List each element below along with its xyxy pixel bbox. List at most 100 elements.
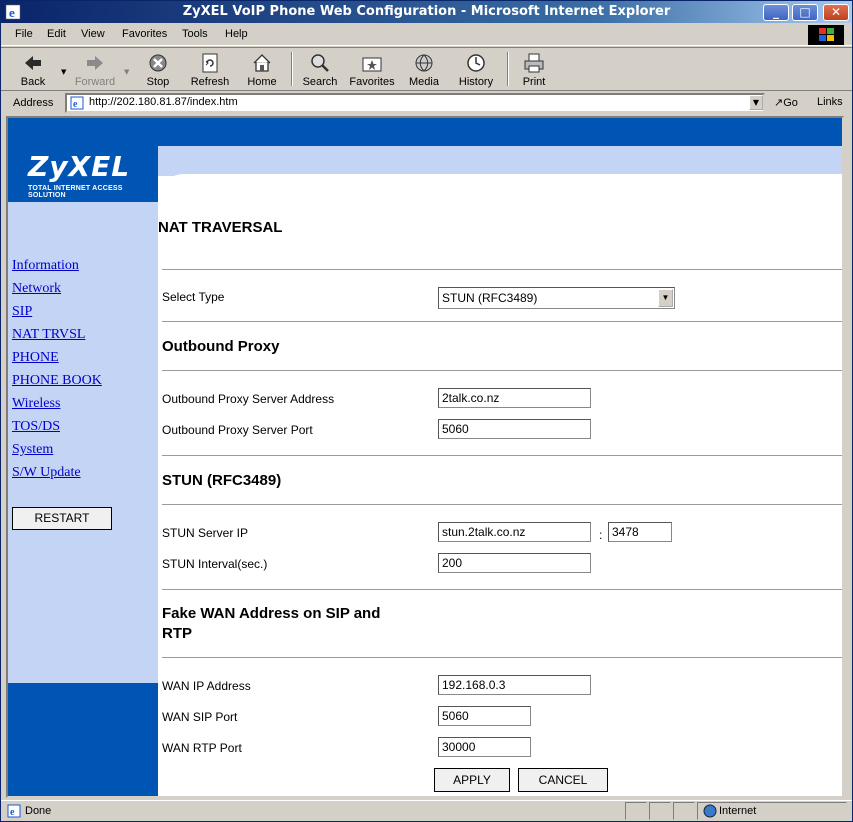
menu-tools[interactable]: Tools (182, 28, 208, 40)
address-dropdown-icon[interactable]: ▼ (749, 95, 763, 110)
outbound-port-input[interactable]: 5060 (438, 419, 591, 439)
apply-button[interactable]: APPLY (434, 768, 510, 792)
stun-server-input[interactable]: stun.2talk.co.nz (438, 522, 591, 542)
close-button[interactable]: ✕ (823, 4, 849, 21)
stun-port-input[interactable]: 3478 (608, 522, 672, 542)
search-button[interactable]: Search (299, 50, 341, 90)
search-icon (311, 54, 329, 72)
go-button[interactable]: ↗Go (774, 96, 798, 109)
internet-globe-icon (703, 804, 717, 818)
status-text: Done (25, 805, 52, 817)
go-arrow-icon: ↗ (774, 97, 784, 109)
media-label: Media (409, 76, 439, 88)
home-icon (253, 54, 271, 72)
history-clock-icon (467, 54, 485, 72)
select-type-value: STUN (RFC3489) (442, 291, 538, 305)
address-input[interactable]: e http://202.180.81.87/index.htm (65, 93, 765, 113)
select-type-dropdown[interactable]: STUN (RFC3489) ▼ (438, 287, 675, 309)
sidebar-bottom-band (8, 683, 158, 796)
divider (162, 370, 842, 371)
svg-text:e: e (73, 99, 78, 110)
nav-link-wireless[interactable]: Wireless (12, 394, 102, 417)
links-button[interactable]: Links (817, 96, 843, 108)
divider (162, 657, 842, 658)
outbound-port-label: Outbound Proxy Server Port (162, 423, 313, 437)
refresh-label: Refresh (190, 76, 230, 88)
page-content: ZyXEL TOTAL INTERNET ACCESS SOLUTION Inf… (6, 116, 844, 798)
nat-traversal-form: NAT TRAVERSAL Select Type STUN (RFC3489)… (158, 118, 842, 796)
restart-button[interactable]: RESTART (12, 507, 112, 530)
wan-ip-input[interactable]: 192.168.0.3 (438, 675, 591, 695)
window-title: ZyXEL VoIP Phone Web Configuration - Mic… (182, 4, 671, 19)
svg-text:e: e (10, 807, 15, 818)
stop-button[interactable]: Stop (141, 50, 175, 90)
sidebar: ZyXEL TOTAL INTERNET ACCESS SOLUTION Inf… (8, 146, 158, 796)
nav-link-sip[interactable]: SIP (12, 302, 102, 325)
wan-ip-label: WAN IP Address (162, 679, 251, 693)
outbound-proxy-title: Outbound Proxy (162, 338, 280, 355)
divider (162, 589, 842, 590)
browser-window: e ZyXEL VoIP Phone Web Configuration - M… (0, 0, 853, 822)
minimize-button[interactable]: _ (763, 4, 789, 21)
history-button[interactable]: History (455, 50, 497, 90)
go-label: Go (783, 97, 798, 109)
refresh-button[interactable]: Refresh (187, 50, 233, 90)
nav-link-system[interactable]: System (12, 440, 102, 463)
address-bar: Address e http://202.180.81.87/index.htm… (1, 92, 852, 114)
search-label: Search (302, 76, 338, 88)
nav-link-tos-ds[interactable]: TOS/DS (12, 417, 102, 440)
nav-link-nat-trvsl[interactable]: NAT TRVSL (12, 325, 102, 348)
home-label: Home (247, 76, 277, 88)
address-url: http://202.180.81.87/index.htm (89, 96, 238, 108)
refresh-icon (202, 53, 218, 73)
back-label: Back (20, 76, 46, 88)
favorites-folder-icon (362, 57, 382, 72)
logo-text: ZyXEL (28, 150, 131, 183)
menu-edit[interactable]: Edit (47, 28, 66, 40)
favorites-label: Favorites (349, 76, 395, 88)
toolbar: Back ▼ Forward ▼ Stop Refresh Home Searc… (1, 47, 852, 91)
nav-link-phone-book[interactable]: PHONE BOOK (12, 371, 102, 394)
port-separator: : (599, 528, 603, 542)
outbound-address-input[interactable]: 2talk.co.nz (438, 388, 591, 408)
forward-button[interactable]: Forward (71, 50, 119, 90)
home-button[interactable]: Home (243, 50, 281, 90)
menu-file[interactable]: File (15, 28, 33, 40)
logo-tagline: TOTAL INTERNET ACCESS SOLUTION (28, 185, 123, 199)
menu-help[interactable]: Help (225, 28, 248, 40)
cancel-button[interactable]: CANCEL (518, 768, 608, 792)
stop-label: Stop (146, 76, 170, 88)
favorites-button[interactable]: Favorites (347, 50, 397, 90)
status-bar: e Done Internet (1, 800, 852, 821)
title-bar[interactable]: e ZyXEL VoIP Phone Web Configuration - M… (1, 1, 852, 23)
forward-dropdown-icon[interactable]: ▼ (124, 68, 129, 76)
nav-link-network[interactable]: Network (12, 279, 102, 302)
stop-icon (149, 54, 167, 72)
print-button[interactable]: Print (517, 50, 551, 90)
maximize-button[interactable]: □ (792, 4, 818, 21)
stun-interval-input[interactable]: 200 (438, 553, 591, 573)
wan-rtp-port-input[interactable]: 30000 (438, 737, 531, 757)
chevron-down-icon: ▼ (658, 289, 673, 307)
toolbar-separator (291, 52, 293, 86)
fake-wan-title-line2: RTP (162, 625, 192, 642)
toolbar-separator (507, 52, 509, 86)
select-type-label: Select Type (162, 290, 225, 304)
sidebar-nav: Information Network SIP NAT TRVSL PHONE … (12, 256, 102, 486)
divider (162, 455, 842, 456)
nav-link-sw-update[interactable]: S/W Update (12, 463, 102, 486)
back-dropdown-icon[interactable]: ▼ (61, 68, 66, 76)
status-cell (625, 802, 647, 820)
nav-link-phone[interactable]: PHONE (12, 348, 102, 371)
media-button[interactable]: Media (405, 50, 443, 90)
nav-link-information[interactable]: Information (12, 256, 102, 279)
menu-view[interactable]: View (81, 28, 105, 40)
divider (162, 269, 842, 270)
back-button[interactable]: Back (13, 50, 53, 90)
wan-sip-port-input[interactable]: 5060 (438, 706, 531, 726)
address-label: Address (13, 97, 54, 109)
page-title: NAT TRAVERSAL (158, 219, 283, 236)
menu-favorites[interactable]: Favorites (122, 28, 167, 40)
status-cell (673, 802, 695, 820)
history-label: History (458, 76, 494, 88)
